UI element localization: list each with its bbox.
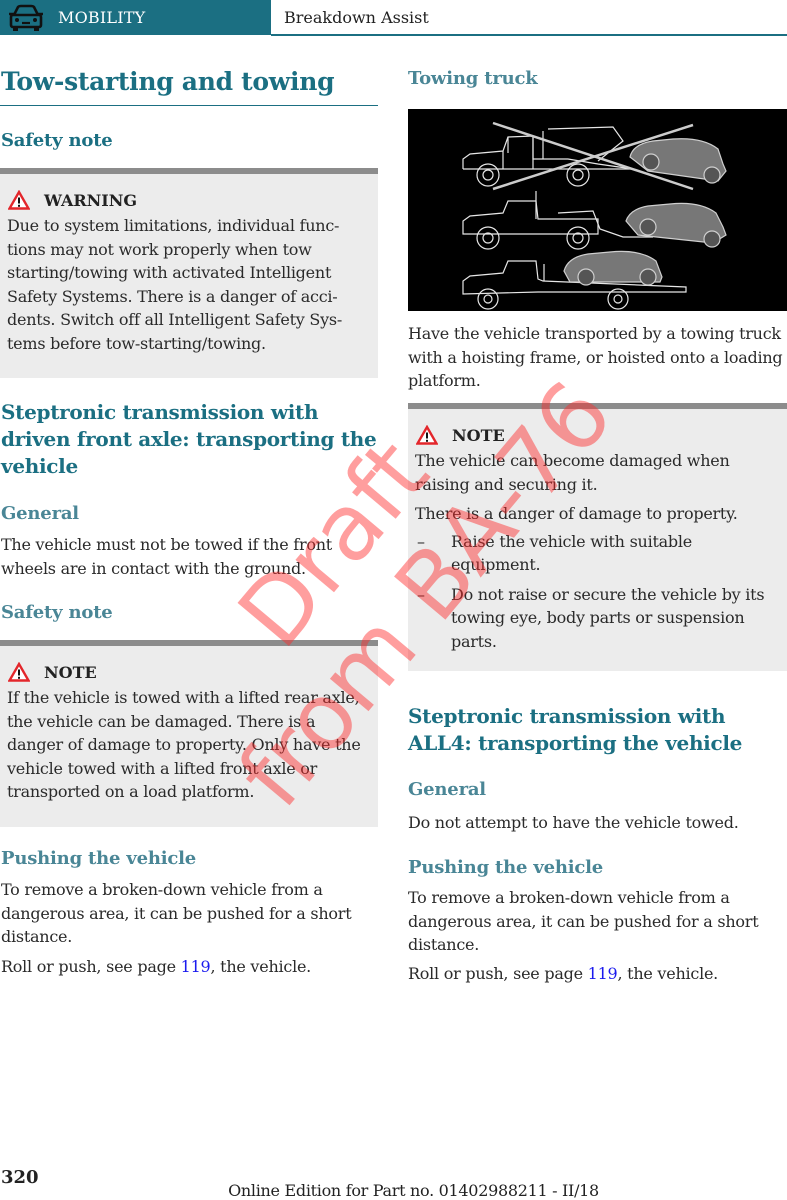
warning-text: Due to system limitations, individual fu… bbox=[7, 216, 343, 353]
safety-note-heading: Safety note bbox=[1, 130, 113, 151]
note-box-left: NOTE If the vehicle is towed with a lift… bbox=[0, 640, 378, 827]
page-title: Tow-starting and towing bbox=[1, 67, 335, 96]
car-icon bbox=[9, 4, 43, 31]
list-item: – Do not raise or secure the vehicle by i… bbox=[415, 583, 780, 654]
title-rule bbox=[0, 105, 378, 106]
roll-prefix: Roll or push, see page bbox=[408, 964, 588, 983]
bullet-text: Do not raise or secure the vehicle by it… bbox=[451, 584, 765, 651]
safety-note-heading-2: Safety note bbox=[1, 602, 113, 623]
roll-suffix: , the vehicle. bbox=[617, 964, 718, 983]
note-box-title: NOTE bbox=[7, 660, 371, 684]
dash-bullet: – bbox=[417, 531, 425, 551]
note-text-1: The vehicle can become damaged when rais… bbox=[415, 451, 730, 494]
towing-truck-heading: Towing truck bbox=[408, 68, 538, 89]
page-link-119[interactable]: 119 bbox=[181, 957, 211, 976]
warning-triangle-icon bbox=[8, 662, 30, 682]
dash-bullet: – bbox=[417, 584, 425, 604]
note-box-title: NOTE bbox=[415, 423, 780, 447]
roll-suffix: , the vehicle. bbox=[210, 957, 311, 976]
note-label: NOTE bbox=[44, 662, 97, 682]
section-heading-all4: Steptronic transmission with ALL4: trans… bbox=[408, 704, 743, 755]
warning-box-title: WARNING bbox=[7, 188, 371, 212]
wrecker-truck-crossed bbox=[462, 126, 634, 187]
towing-text: Have the vehicle transported by a towing… bbox=[408, 324, 783, 390]
pushing-heading: Pushing the vehicle bbox=[1, 848, 197, 869]
roll-prefix: Roll or push, see page bbox=[1, 957, 181, 976]
wheel-lift-car bbox=[625, 202, 727, 248]
note-text: If the vehicle is towed with a lifted re… bbox=[7, 688, 361, 801]
general-heading-right: General bbox=[408, 779, 486, 800]
pushing-heading-right: Pushing the vehicle bbox=[408, 857, 604, 878]
wheel-lift-truck bbox=[462, 191, 653, 250]
page-link-119[interactable]: 119 bbox=[588, 964, 618, 983]
pushing-text: To remove a broken-down vehicle from a d… bbox=[1, 880, 352, 946]
warning-label: WARNING bbox=[44, 190, 138, 210]
bullet-text: Raise the vehicle with suitable equipmen… bbox=[451, 531, 692, 575]
warning-box: WARNING Due to system limitations, indiv… bbox=[0, 168, 378, 378]
warning-triangle-icon bbox=[416, 425, 438, 445]
note-box-right: NOTE The vehicle can become damaged when… bbox=[408, 403, 787, 671]
wrecker-car bbox=[629, 138, 727, 184]
general-text: The vehicle must not be towed if the fro… bbox=[1, 535, 332, 578]
general-heading: General bbox=[1, 503, 79, 524]
note-text-2: There is a danger of damage to property. bbox=[415, 504, 738, 523]
towing-truck-illustration bbox=[408, 109, 787, 311]
section-label: MOBILITY bbox=[58, 8, 146, 27]
section-tab: MOBILITY bbox=[0, 0, 271, 35]
roll-push-text-right: Roll or push, see page 119, the vehicle. bbox=[408, 962, 787, 986]
roll-push-text: Roll or push, see page 119, the vehicle. bbox=[1, 955, 379, 979]
edition-footer: Online Edition for Part no. 01402988211 … bbox=[228, 1181, 599, 1200]
list-item: – Raise the vehicle with suitable equipme… bbox=[415, 530, 780, 577]
flatbed-car bbox=[563, 250, 663, 286]
towing-truck-graphic bbox=[462, 121, 727, 310]
note-label: NOTE bbox=[452, 425, 505, 445]
page-header: MOBILITY Breakdown Assist bbox=[0, 0, 787, 36]
general-text-right: Do not attempt to have the vehicle towed… bbox=[408, 813, 739, 832]
pushing-text-right: To remove a broken-down vehicle from a d… bbox=[408, 888, 759, 954]
warning-triangle-icon bbox=[8, 190, 30, 210]
section-heading-front-axle: Steptronic transmission with driven fron… bbox=[1, 400, 377, 478]
chapter-title: Breakdown Assist bbox=[271, 0, 787, 36]
note-bullet-list: – Raise the vehicle with suitable equipme… bbox=[415, 530, 780, 654]
